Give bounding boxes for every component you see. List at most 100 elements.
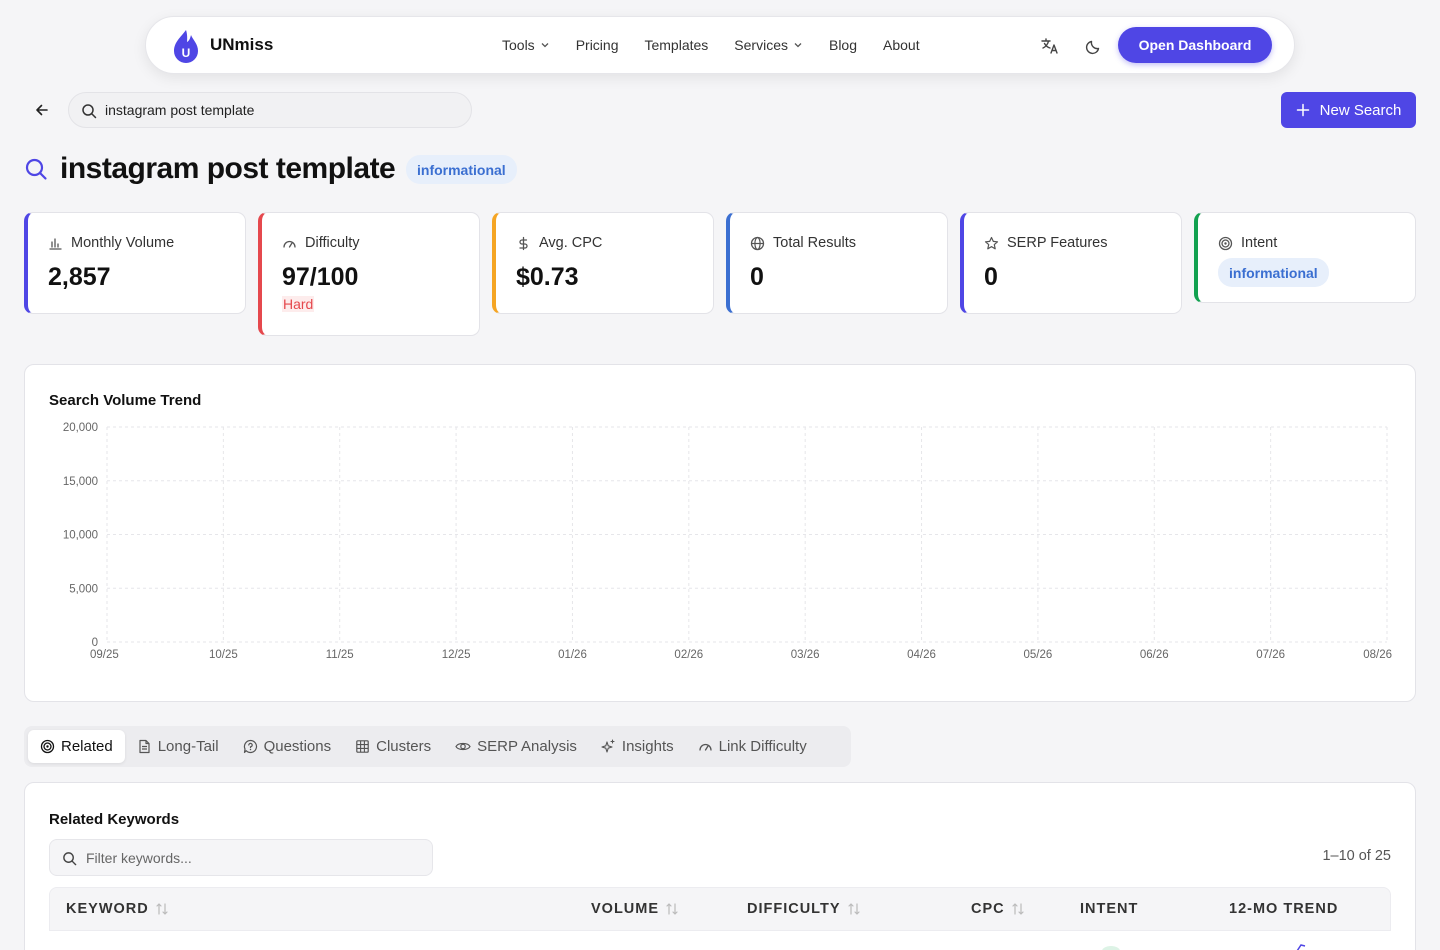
sort-icon	[1012, 903, 1024, 915]
intent-badge: informational	[1218, 258, 1329, 287]
brand-name[interactable]: UNmiss	[210, 35, 273, 55]
section-title: Related Keywords	[49, 811, 180, 828]
nav-services-label: Services	[734, 37, 788, 53]
intent-pill-peek	[1102, 946, 1120, 950]
table-header: KEYWORD VOLUME DIFFICULTY CPC INTENT 12-…	[49, 887, 1391, 931]
top-navbar: U UNmiss Tools Pricing Templates Service…	[145, 16, 1295, 74]
nav-tools[interactable]: Tools	[502, 37, 550, 53]
stat-value: 2,857	[48, 263, 111, 291]
filter-box	[49, 839, 433, 876]
column-trend: 12-MO TREND	[1229, 901, 1338, 917]
tab-insights[interactable]: Insights	[589, 730, 686, 763]
stat-card-avg-cpc: Avg. CPC $0.73	[492, 212, 714, 314]
gauge-icon	[698, 743, 712, 751]
stat-card-difficulty: Difficulty 97/100 Hard	[258, 212, 480, 336]
tab-label: SERP Analysis	[477, 738, 577, 755]
tab-clusters[interactable]: Clusters	[343, 730, 443, 763]
column-label: VOLUME	[591, 901, 660, 917]
moon-icon[interactable]	[1083, 35, 1105, 57]
stat-label: Difficulty	[305, 235, 360, 251]
column-label: 12-MO TREND	[1229, 901, 1339, 917]
unmiss-logo-icon[interactable]: U	[172, 29, 200, 63]
column-label: KEYWORD	[66, 901, 149, 917]
nav-tools-label: Tools	[502, 37, 535, 53]
new-search-label: New Search	[1319, 101, 1402, 119]
x-tick-label: 10/25	[209, 649, 238, 661]
stat-card-monthly-volume: Monthly Volume 2,857	[24, 212, 246, 314]
nav-pricing[interactable]: Pricing	[576, 37, 619, 53]
tab-serp-analysis[interactable]: SERP Analysis	[443, 730, 589, 763]
nav-menu: Tools Pricing Templates Services Blog Ab…	[502, 37, 946, 53]
nav-services[interactable]: Services	[734, 37, 803, 53]
sparkle-icon	[601, 739, 615, 753]
x-tick-label: 09/25	[90, 649, 119, 661]
column-difficulty[interactable]: DIFFICULTY	[747, 901, 861, 917]
tab-long-tail[interactable]: Long-Tail	[125, 730, 231, 763]
open-dashboard-button[interactable]: Open Dashboard	[1118, 27, 1272, 63]
x-tick-label: 12/25	[442, 649, 471, 661]
tab-label: Long-Tail	[157, 738, 219, 755]
nav-about[interactable]: About	[883, 37, 920, 53]
x-tick-label: 06/26	[1140, 649, 1169, 661]
x-tick-label: 11/25	[326, 649, 354, 661]
sort-icon	[847, 903, 860, 915]
stat-label: Intent	[1241, 235, 1278, 251]
stat-card-intent: Intent informational	[1194, 212, 1416, 303]
stat-label: SERP Features	[1007, 235, 1108, 251]
document-icon	[139, 739, 150, 754]
y-tick-label: 0	[92, 637, 98, 649]
tab-questions[interactable]: Questions	[231, 730, 344, 763]
search-icon	[25, 158, 47, 180]
stat-card-serp-features: SERP Features 0	[960, 212, 1182, 314]
tab-related[interactable]: Related	[28, 730, 125, 763]
y-tick-label: 10,000	[63, 530, 98, 542]
page-title: instagram post template	[60, 152, 396, 185]
stat-value: 0	[984, 263, 998, 291]
sort-icon	[156, 903, 168, 915]
keyword-search-input[interactable]	[105, 93, 465, 127]
target-icon	[1218, 236, 1233, 250]
question-bubble-icon	[243, 739, 257, 754]
column-volume[interactable]: VOLUME	[591, 901, 679, 917]
logo-letter: U	[182, 46, 191, 60]
stat-value: 0	[750, 263, 764, 291]
nav-templates[interactable]: Templates	[644, 37, 708, 53]
new-search-button[interactable]: New Search	[1281, 92, 1416, 128]
bar-chart-icon	[49, 237, 62, 250]
tab-label: Insights	[621, 738, 674, 755]
translate-icon[interactable]	[1039, 35, 1061, 57]
globe-icon	[750, 236, 765, 250]
nav-templates-label: Templates	[644, 37, 709, 53]
related-keywords-card: Related Keywords 1–10 of 25 KEYWORD VOLU…	[24, 782, 1416, 950]
x-tick-label: 01/26	[558, 649, 587, 661]
pagination-info: 1–10 of 25	[1322, 848, 1391, 864]
column-label: DIFFICULTY	[747, 901, 841, 917]
column-label: INTENT	[1080, 901, 1139, 917]
column-intent: INTENT	[1080, 901, 1138, 917]
back-arrow-icon[interactable]	[32, 100, 52, 120]
tab-label: Link Difficulty	[718, 738, 807, 755]
analysis-tabs: Related Long-Tail Questions Clusters SER…	[24, 726, 851, 767]
star-icon	[984, 236, 999, 249]
intent-badge: informational	[406, 155, 517, 184]
nav-blog[interactable]: Blog	[829, 37, 857, 53]
tab-label: Clusters	[376, 738, 432, 755]
grid-icon	[356, 740, 369, 753]
stat-label: Monthly Volume	[71, 235, 175, 251]
x-tick-label: 07/26	[1256, 649, 1285, 661]
gauge-icon	[283, 240, 296, 248]
x-tick-label: 02/26	[674, 649, 703, 661]
column-cpc[interactable]: CPC	[971, 901, 1025, 917]
plus-icon	[1296, 103, 1309, 117]
y-tick-label: 20,000	[63, 422, 98, 434]
tab-link-difficulty[interactable]: Link Difficulty	[686, 730, 819, 763]
column-label: CPC	[971, 901, 1005, 917]
target-icon	[40, 739, 55, 754]
search-volume-chart: 0 5,000 10,000 15,000 20,000 09/25 10/25 11/25 1…	[63, 422, 1392, 661]
stat-label: Total Results	[773, 235, 857, 251]
x-tick-label: 03/26	[791, 649, 820, 661]
stat-label: Avg. CPC	[539, 235, 603, 251]
x-tick-label: 04/26	[907, 649, 936, 661]
filter-keywords-input[interactable]	[86, 840, 426, 875]
column-keyword[interactable]: KEYWORD	[66, 901, 169, 917]
